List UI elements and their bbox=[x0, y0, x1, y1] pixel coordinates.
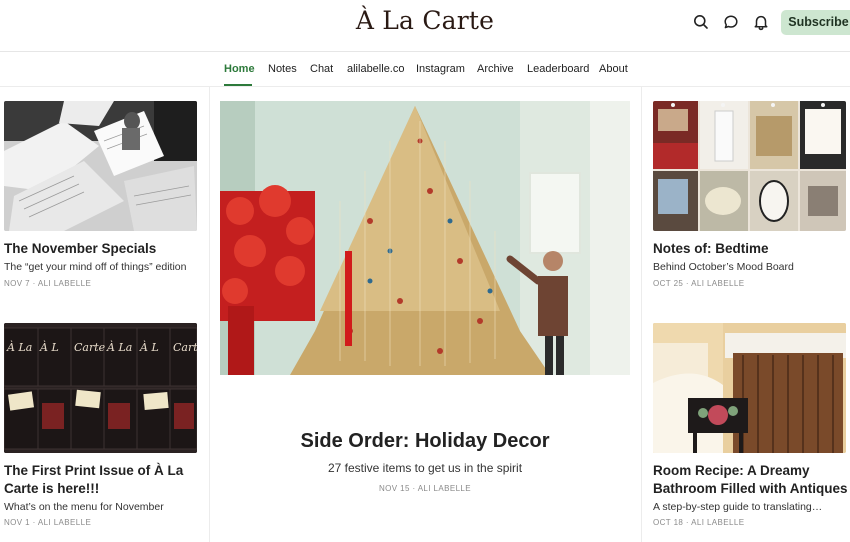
nav-item-home[interactable]: Home bbox=[224, 63, 255, 75]
nav-item-website[interactable]: alilabelle.co bbox=[347, 63, 404, 75]
post-meta: NOV 7 · ALI LABELLE bbox=[4, 279, 92, 288]
svg-text:À L: À L bbox=[139, 340, 159, 354]
column-divider bbox=[641, 87, 642, 542]
search-icon[interactable] bbox=[692, 13, 710, 31]
post-meta: OCT 18 · ALI LABELLE bbox=[653, 518, 745, 527]
svg-text:À La: À La bbox=[106, 340, 132, 354]
feature-thumbnail-christmas-tree[interactable] bbox=[220, 101, 630, 375]
column-divider bbox=[209, 87, 210, 542]
post-thumbnail-bathroom[interactable] bbox=[653, 323, 846, 453]
site-header: À La Carte Subscribe bbox=[0, 0, 850, 52]
chat-bubble-icon[interactable] bbox=[722, 13, 740, 31]
nav-item-instagram[interactable]: Instagram bbox=[416, 63, 465, 75]
post-subtitle: The “get your mind off of things” editio… bbox=[4, 261, 187, 273]
nav-item-notes[interactable]: Notes bbox=[268, 63, 297, 75]
svg-text:À La: À La bbox=[6, 340, 32, 354]
post-subtitle: What’s on the menu for November bbox=[4, 501, 164, 513]
main-nav: Home Notes Chat alilabelle.co Instagram … bbox=[0, 53, 850, 87]
svg-text:Carte: Carte bbox=[173, 341, 197, 354]
post-meta: OCT 25 · ALI LABELLE bbox=[653, 279, 745, 288]
post-title[interactable]: Room Recipe: A Dreamy Bathroom Filled wi… bbox=[653, 462, 848, 498]
feature-meta: NOV 15 · ALI LABELLE bbox=[378, 484, 472, 493]
feature-subtitle: 27 festive items to get us in the spirit bbox=[327, 461, 523, 475]
nav-item-about[interactable]: About bbox=[599, 63, 628, 75]
post-subtitle: A step-by-step guide to translating… bbox=[653, 501, 823, 513]
post-subtitle: Behind October’s Mood Board bbox=[653, 261, 794, 273]
active-tab-indicator bbox=[224, 84, 252, 86]
post-title[interactable]: The November Specials bbox=[4, 240, 199, 258]
post-meta: NOV 1 · ALI LABELLE bbox=[4, 518, 92, 527]
subscribe-button[interactable]: Subscribe bbox=[781, 10, 850, 35]
post-thumbnail-mood-board[interactable] bbox=[653, 101, 846, 231]
svg-text:Carte: Carte bbox=[74, 341, 106, 354]
nav-item-leaderboard[interactable]: Leaderboard bbox=[527, 63, 589, 75]
svg-text:À L: À L bbox=[39, 340, 59, 354]
post-title[interactable]: Notes of: Bedtime bbox=[653, 240, 848, 258]
post-title[interactable]: The First Print Issue of À La Carte is h… bbox=[4, 462, 199, 498]
bell-icon[interactable] bbox=[752, 13, 770, 31]
nav-item-chat[interactable]: Chat bbox=[310, 63, 333, 75]
post-thumbnail-newspapers[interactable] bbox=[4, 101, 197, 231]
feature-title[interactable]: Side Order: Holiday Decor bbox=[220, 430, 630, 453]
post-thumbnail-print-issues[interactable]: À La À L Carte À La À L Carte bbox=[4, 323, 197, 453]
nav-item-archive[interactable]: Archive bbox=[477, 63, 514, 75]
